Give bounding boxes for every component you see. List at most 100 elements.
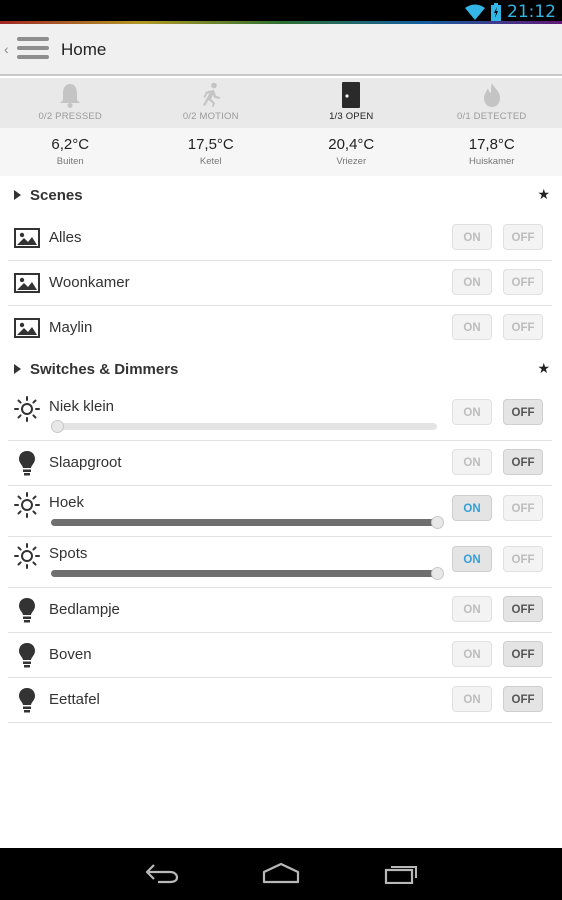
device-name: Niek klein [49, 398, 115, 415]
scene-on-button[interactable]: ON [452, 269, 492, 295]
dimmer-slider[interactable] [51, 420, 437, 433]
navigation-drawer-icon[interactable] [17, 37, 49, 63]
section-title: Switches & Dimmers [30, 361, 179, 378]
temperature-value: 6,2°C [51, 136, 90, 153]
temperature-ketel[interactable]: 17,5°C Ketel [141, 128, 282, 176]
device-row-hoek[interactable]: Hoek ON OFF [8, 486, 552, 537]
sensor-pressed[interactable]: 0/2 PRESSED [0, 78, 141, 128]
image-icon [14, 273, 40, 293]
status-time: 21:12 [507, 2, 556, 22]
device-row-bedlampje[interactable]: Bedlampje ON OFF [8, 588, 552, 633]
expand-triangle-icon [14, 190, 21, 200]
temperature-huiskamer[interactable]: 17,8°C Huiskamer [422, 128, 562, 176]
temperature-value: 17,5°C [187, 136, 234, 153]
home-icon[interactable] [262, 862, 300, 884]
device-off-button[interactable]: OFF [503, 686, 543, 712]
temperature-label: Huiskamer [469, 156, 515, 167]
device-name: Hoek [49, 494, 85, 511]
scene-row-woonkamer[interactable]: Woonkamer ON OFF [8, 261, 552, 306]
sensor-detected[interactable]: 0/1 DETECTED [422, 78, 562, 128]
device-off-button[interactable]: OFF [503, 596, 543, 622]
lightbulb-icon [19, 451, 35, 476]
recent-apps-icon[interactable] [384, 862, 420, 884]
running-person-icon [202, 82, 220, 107]
temperature-summary: 6,2°C Buiten 17,5°C Ketel 20,4°C Vriezer… [0, 128, 562, 176]
scene-name: Woonkamer [49, 274, 130, 291]
temperature-value: 20,4°C [328, 136, 375, 153]
scene-on-button[interactable]: ON [452, 224, 492, 250]
device-row-niek-klein[interactable]: Niek klein ON OFF [8, 390, 552, 441]
device-on-button[interactable]: ON [452, 399, 492, 425]
dimmer-thumb[interactable] [51, 420, 64, 433]
scene-off-button[interactable]: OFF [503, 224, 543, 250]
device-off-button[interactable]: OFF [503, 399, 543, 425]
temperature-label: Ketel [199, 156, 222, 167]
scene-row-maylin[interactable]: Maylin ON OFF [8, 306, 552, 351]
sensor-label: 0/2 MOTION [182, 111, 239, 122]
dimmer-slider[interactable] [51, 567, 444, 580]
status-bar: 21:12 [0, 0, 562, 24]
dimmer-thumb[interactable] [431, 567, 444, 580]
scene-row-alles[interactable]: Alles ON OFF [8, 216, 552, 261]
expand-triangle-icon [14, 364, 21, 374]
system-navigation-bar [0, 848, 562, 900]
device-row-boven[interactable]: Boven ON OFF [8, 633, 552, 678]
device-on-button[interactable]: ON [452, 546, 492, 572]
lightbulb-icon [19, 688, 35, 713]
sensor-label: 0/1 DETECTED [457, 111, 527, 122]
scenes-section-header[interactable]: Scenes ★ [0, 178, 562, 214]
device-row-slaapgroot[interactable]: Slaapgroot ON OFF [8, 441, 552, 486]
dimmer-thumb[interactable] [431, 516, 444, 529]
device-off-button[interactable]: OFF [503, 641, 543, 667]
lightbulb-icon [19, 598, 35, 623]
temperature-label: Vriezer [336, 156, 367, 167]
lightbulb-icon [19, 643, 35, 668]
scene-off-button[interactable]: OFF [503, 314, 543, 340]
sensor-label: 0/2 PRESSED [38, 111, 102, 122]
sensor-open[interactable]: 1/3 OPEN [281, 78, 422, 128]
image-icon [14, 318, 40, 338]
device-off-button[interactable]: OFF [503, 495, 543, 521]
device-on-button[interactable]: ON [452, 495, 492, 521]
up-caret-icon[interactable]: ‹ [4, 41, 9, 57]
device-on-button[interactable]: ON [452, 686, 492, 712]
battery-icon [491, 3, 501, 21]
device-row-eettafel[interactable]: Eettafel ON OFF [8, 678, 552, 723]
favorite-star-icon[interactable]: ★ [537, 360, 550, 377]
sensor-motion[interactable]: 0/2 MOTION [141, 78, 282, 128]
temperature-label: Buiten [56, 156, 84, 167]
door-icon [342, 82, 361, 108]
device-name: Boven [49, 646, 92, 663]
device-name: Slaapgroot [49, 454, 122, 471]
switches-section-header[interactable]: Switches & Dimmers ★ [0, 352, 562, 388]
sun-icon [14, 543, 40, 569]
device-name: Bedlampje [49, 601, 120, 618]
device-off-button[interactable]: OFF [503, 546, 543, 572]
dimmer-fill [51, 570, 437, 577]
sun-icon [14, 396, 40, 422]
dimmer-slider[interactable] [51, 516, 444, 529]
device-on-button[interactable]: ON [452, 641, 492, 667]
action-bar: ‹ Home [0, 24, 562, 76]
dimmer-fill [51, 519, 437, 526]
device-name: Spots [49, 545, 88, 562]
back-icon[interactable] [144, 862, 180, 884]
image-icon [14, 228, 40, 248]
temperature-buiten[interactable]: 6,2°C Buiten [0, 128, 141, 176]
device-off-button[interactable]: OFF [503, 449, 543, 475]
scene-name: Maylin [49, 319, 93, 336]
flame-icon [483, 83, 500, 107]
favorite-star-icon[interactable]: ★ [537, 186, 550, 203]
device-on-button[interactable]: ON [452, 596, 492, 622]
sensor-label: 1/3 OPEN [329, 111, 374, 122]
bell-icon [60, 84, 81, 108]
temperature-vriezer[interactable]: 20,4°C Vriezer [281, 128, 422, 176]
device-row-spots[interactable]: Spots ON OFF [8, 537, 552, 588]
section-title: Scenes [30, 187, 83, 204]
device-on-button[interactable]: ON [452, 449, 492, 475]
temperature-value: 17,8°C [468, 136, 515, 153]
scene-off-button[interactable]: OFF [503, 269, 543, 295]
sun-icon [14, 492, 40, 518]
scene-name: Alles [49, 229, 82, 246]
scene-on-button[interactable]: ON [452, 314, 492, 340]
